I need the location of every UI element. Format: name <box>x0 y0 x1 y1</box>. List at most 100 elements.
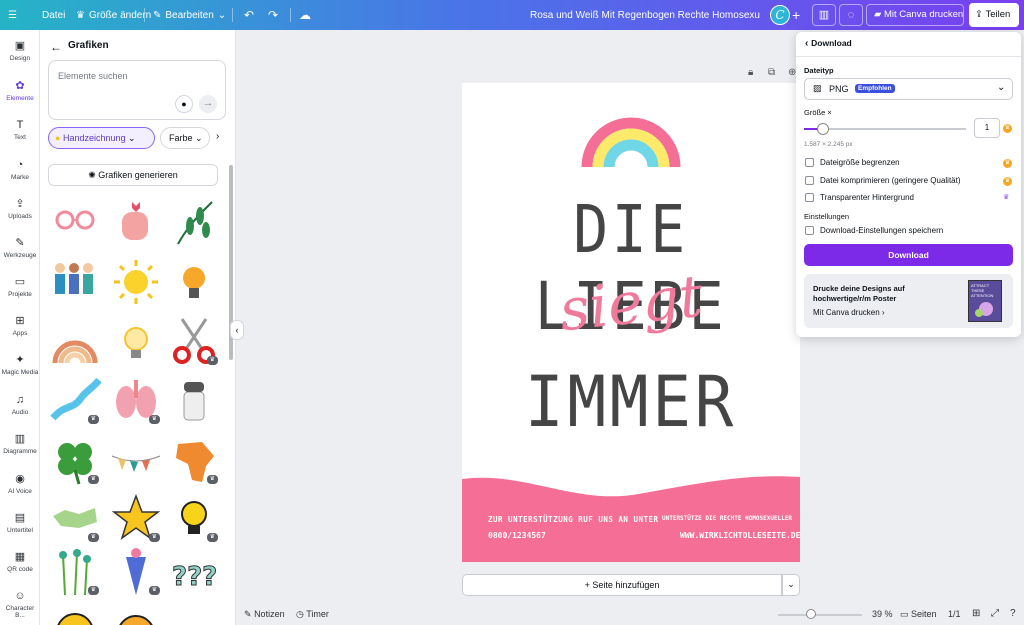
search-box[interactable]: Elemente suchen ● → <box>48 60 226 120</box>
graphic-sprouts[interactable]: ♛ <box>49 545 101 597</box>
rail-item-projekte[interactable]: ▭ Projekte <box>0 276 40 298</box>
generate-graphics-button[interactable]: ✺ Grafiken generieren <box>48 164 218 186</box>
zoom-slider[interactable] <box>778 614 862 616</box>
insights-button[interactable]: ▥ <box>812 4 836 26</box>
rail-item-uploads[interactable]: ⇪ Uploads <box>0 198 40 220</box>
back-arrow-icon[interactable]: ← <box>50 40 62 54</box>
zoom-level[interactable]: 39 % <box>872 609 893 619</box>
rail-item-qr-code[interactable]: ▦ QR code <box>0 551 40 573</box>
footer-website[interactable]: WWW.WIRKLICHTOLLESEITE.DE <box>680 531 800 540</box>
graphic-salt-shaker[interactable] <box>168 374 220 426</box>
document-title[interactable]: Rosa und Weiß Mit Regenbogen Rechte Homo… <box>530 10 760 21</box>
size-input[interactable]: 1 <box>974 118 1000 138</box>
lock-icon[interactable]: 🔒︎ <box>748 67 753 78</box>
graphic-lightbulb-yellow[interactable]: ♛ <box>168 492 220 544</box>
graphic-africa-map[interactable]: ♛ <box>168 434 220 486</box>
notes-button[interactable]: ✎ Notizen <box>244 609 285 620</box>
pages-button[interactable]: ▭ Seiten <box>900 609 937 620</box>
checkbox[interactable] <box>805 193 814 203</box>
resize-button[interactable]: ♛ Größe ändern <box>76 10 151 21</box>
file-menu[interactable]: Datei <box>42 10 65 21</box>
rail-item-elemente[interactable]: ✿ Elemente <box>0 80 40 102</box>
download-back-button[interactable]: ‹ Download <box>805 38 852 49</box>
avatar[interactable]: C <box>770 5 790 25</box>
print-promo[interactable]: Drucke deine Designs auf hochwertige/r/m… <box>804 274 1013 328</box>
graphic-lungs[interactable]: ♛ <box>110 374 162 426</box>
graphic-boho-rainbow[interactable] <box>49 315 101 367</box>
edit-menu[interactable]: ✎ Bearbeiten ⌄ <box>153 10 226 21</box>
footer-support-text[interactable]: UNTERSTÜTZE DIE RECHTE HOMOSEXUELLER <box>662 515 792 522</box>
duplicate-icon[interactable]: ⧉ <box>768 67 775 78</box>
graphic-leaf-branch[interactable] <box>168 196 220 248</box>
timer-button[interactable]: ◷ Timer <box>296 609 329 620</box>
page-count[interactable]: 1/1 <box>948 609 961 619</box>
graphic-plant[interactable] <box>168 602 220 625</box>
graphic-question-marks[interactable]: ??? <box>168 545 220 597</box>
filter-color[interactable]: Farbe ⌄ <box>160 127 210 149</box>
add-collaborator-icon[interactable]: + <box>792 7 800 23</box>
graphic-heart-glasses[interactable] <box>49 198 101 250</box>
graphic-clover[interactable]: ♛ <box>49 434 101 486</box>
graphic-character[interactable] <box>110 602 162 625</box>
collapse-panel-icon[interactable]: ‹ <box>230 320 244 340</box>
rail-item-text[interactable]: T Text <box>0 119 40 141</box>
redo-icon[interactable]: ↷ <box>268 8 278 22</box>
menu-icon[interactable]: ☰ <box>8 10 17 21</box>
grid-view-icon[interactable]: ⊞ <box>972 608 980 619</box>
checkbox[interactable] <box>805 226 814 236</box>
footer-phone[interactable]: 0800/1234567 <box>488 531 546 540</box>
zoom-slider-handle[interactable] <box>805 609 816 619</box>
cloud-save-icon[interactable]: ☁ <box>299 8 311 22</box>
option-save-settings[interactable]: Download-Einstellungen speichern <box>805 226 943 236</box>
promo-link[interactable]: Mit Canva drucken › <box>813 308 885 317</box>
comment-button[interactable]: ◌ <box>839 4 863 26</box>
help-icon[interactable]: ? <box>1010 608 1016 619</box>
rail-item-design[interactable]: ▣ Design <box>0 40 40 62</box>
add-page-chevron-icon[interactable]: ⌄ <box>782 574 800 596</box>
rail-item-magic-media[interactable]: ✦ Magic Media <box>0 354 40 376</box>
rail-item-apps[interactable]: ⊞ Apps <box>0 315 40 337</box>
graphic-lightbulb-glow[interactable] <box>110 315 162 367</box>
checkbox[interactable] <box>805 158 814 168</box>
filetype-select[interactable]: ▨ PNG Empfohlen ⌄ <box>804 78 1013 100</box>
option-transparent[interactable]: Transparenter Hintergrund <box>805 193 914 203</box>
share-button[interactable]: ⇪ Teilen <box>969 3 1019 27</box>
rail-item-ai-voice[interactable]: ◉ AI Voice <box>0 473 40 495</box>
graphic-river[interactable]: ♛ <box>49 374 102 426</box>
submit-arrow-icon[interactable]: → <box>199 95 217 113</box>
rail-item-untertitel[interactable]: ▤ Untertitel <box>0 512 40 534</box>
rail-item-audio[interactable]: ♫ Audio <box>0 394 40 416</box>
graphic-green-map[interactable]: ♛ <box>49 492 101 544</box>
design-page[interactable]: DIE LIEBE siegt IMMER ZUR UNTERSTÜTZUNG … <box>462 83 800 562</box>
print-button[interactable]: ▰ Mit Canva drucken <box>866 4 964 26</box>
rail-item-character-b-[interactable]: ☺ Character B... <box>0 590 40 619</box>
filter-hand-drawn[interactable]: ● Handzeichnung ⌄ <box>48 127 155 149</box>
size-slider-handle[interactable] <box>817 123 830 135</box>
graphic-scissors[interactable]: ♛ <box>168 315 220 367</box>
graphic-sun[interactable] <box>110 256 162 308</box>
footer-call-text[interactable]: ZUR UNTERSTÜTZUNG RUF UNS AN UNTER <box>488 515 659 524</box>
rail-item-werkzeuge[interactable]: ✎ Werkzeuge <box>0 237 40 259</box>
graphic-school-cone[interactable]: ♛ <box>110 545 162 597</box>
search-input[interactable]: Elemente suchen <box>58 71 128 81</box>
rail-item-diagramme[interactable]: ▥ Diagramme <box>0 433 40 455</box>
graphic-emoji[interactable] <box>49 602 101 625</box>
option-compress[interactable]: Datei komprimieren (geringere Qualität) <box>805 176 961 186</box>
rail-item-marke[interactable]: ◔ Marke <box>0 159 40 181</box>
graphic-finger-heart[interactable] <box>110 196 162 248</box>
chevron-right-icon[interactable]: › <box>216 131 219 142</box>
edit-label: Bearbeiten <box>165 9 214 21</box>
option-limit-size[interactable]: Dateigröße begrenzen <box>805 158 900 168</box>
add-page-button[interactable]: + Seite hinzufügen <box>462 574 782 596</box>
undo-icon[interactable]: ↶ <box>244 8 254 22</box>
checkbox[interactable] <box>805 176 814 186</box>
download-button[interactable]: Download <box>804 244 1013 266</box>
fullscreen-icon[interactable]: ⤢ <box>991 608 999 619</box>
graphic-lightbulb-orange[interactable] <box>168 256 220 308</box>
graphic-bunting[interactable] <box>110 434 162 486</box>
dimensions-text: 1.587 × 2.245 px <box>804 141 853 148</box>
graphic-star[interactable]: ♛ <box>110 492 162 544</box>
graphic-people[interactable] <box>49 256 101 308</box>
microphone-icon[interactable]: ● <box>175 95 193 113</box>
headline-immer[interactable]: IMMER <box>476 361 787 443</box>
